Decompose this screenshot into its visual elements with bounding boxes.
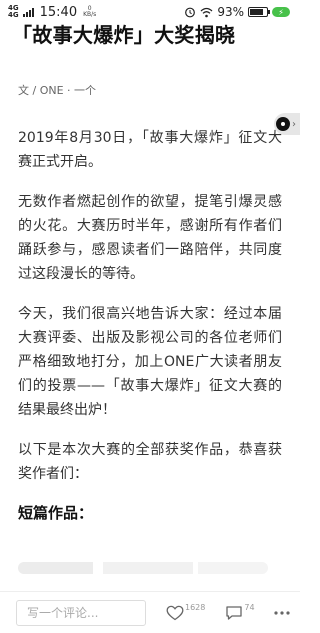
paragraph: 今天，我们很高兴地告诉大家：经过本届大赛评委、出版及影视公司的各位老师们严格细致… [18,306,282,418]
paragraph: 无数作者燃起创作的欲望，提笔引爆灵感的火花。大赛历时半年，感谢所有作者们踊跃参与… [18,194,282,282]
status-bar-left: 4G 4G 15:40 0 KB/s [8,5,96,20]
like-button[interactable]: 1628 [166,602,206,621]
status-time: 15:40 [39,4,78,20]
battery-icon [248,7,270,17]
status-bar: 4G 4G 15:40 0 KB/s 93% ⚡ [0,0,300,24]
wifi-icon [200,7,213,17]
comment-button[interactable]: 74 [225,602,255,621]
network-speed: 0 KB/s [83,6,96,18]
article-byline: 文 / ONE · 一个 [18,84,97,97]
charging-icon: ⚡ [272,7,290,17]
section-heading: 短篇作品： [18,504,94,522]
network-type: 4G 4G [8,5,19,19]
comment-icon [226,605,243,620]
network-speed-unit: KB/s [83,11,97,18]
battery-percent: 93% [217,5,244,19]
article-body: 2019年8月30日，「故事大爆炸」征文大赛正式开启。 无数作者燃起创作的欲望，… [18,126,282,524]
paragraph: 2019年8月30日，「故事大爆炸」征文大赛正式开启。 [18,130,282,170]
alarm-icon [185,7,196,18]
battery-level-fill [250,9,264,15]
more-button[interactable] [273,605,291,621]
comment-input[interactable] [16,599,146,626]
status-bar-right: 93% ⚡ [184,5,290,19]
network-type-bottom: 4G [8,11,19,19]
like-count: 1628 [185,602,206,612]
more-dots-icon [273,610,290,615]
comment-count: 74 [244,602,255,612]
paragraph: 以下是本次大赛的全部获奖作品，恭喜获奖作者们： [18,442,282,482]
signal-icon [22,7,34,17]
faded-text-line [18,562,268,574]
bottom-bar: 1628 74 [0,591,300,633]
heart-icon [166,605,184,620]
article-title: 「故事大爆炸」大奖揭晓 [12,23,236,47]
side-tab-handle-icon: › [292,118,296,130]
